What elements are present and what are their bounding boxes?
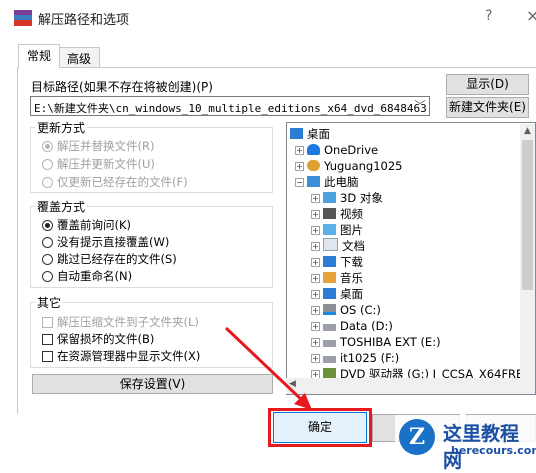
tab-general[interactable]: 常规	[18, 44, 61, 68]
watermark-url: herecours.com	[451, 444, 536, 457]
watermark: Z 这里教程网 herecours.com	[395, 415, 536, 472]
annotation-arrow	[224, 326, 312, 410]
watermark-logo: Z	[399, 419, 435, 455]
